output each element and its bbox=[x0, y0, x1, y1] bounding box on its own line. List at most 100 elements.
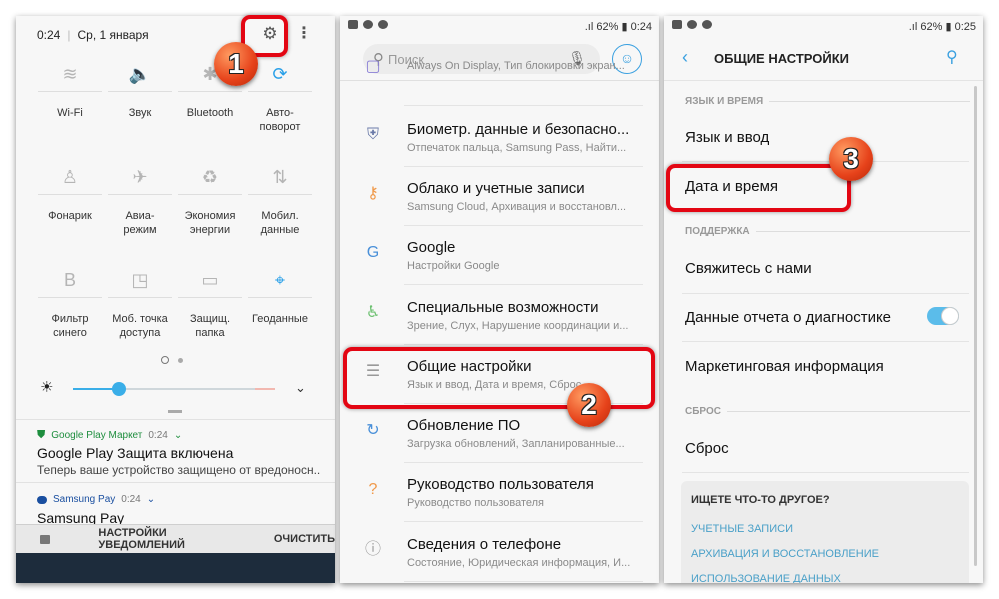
brightness-slider[interactable] bbox=[73, 382, 275, 396]
back-arrow-icon[interactable]: ‹ bbox=[682, 47, 688, 68]
quick-tile[interactable]: ⇅ Мобил. данные bbox=[248, 159, 312, 237]
contact-us-item[interactable]: Свяжитесь с нами bbox=[685, 260, 812, 277]
quick-tile-label: Мобил. данные bbox=[260, 210, 300, 236]
settings-row[interactable]: G Google Настройки Google bbox=[340, 226, 659, 285]
other-heading: ИЩЕТЕ ЧТО-ТО ДРУГОЕ? bbox=[691, 494, 830, 506]
mobile-data-icon[interactable]: ⇅ bbox=[248, 159, 312, 195]
navigation-bar bbox=[16, 553, 335, 583]
settings-row-title: Биометр. данные и безопасно... bbox=[407, 121, 630, 138]
settings-row-subtitle: Отпечаток пальца, Samsung Pass, Найти... bbox=[407, 142, 627, 154]
notification-title[interactable]: Google Play Защита включена bbox=[37, 445, 233, 461]
section-header-language-time: ЯЗЫК И ВРЕМЯ bbox=[685, 96, 970, 107]
divider bbox=[404, 105, 643, 106]
quick-settings-panel: 0:24 | Ср, 1 января ⚙ ⋮ ≋ Wi-Fi 🔈 Звук ✱ Blue… bbox=[16, 16, 335, 583]
shield-icon bbox=[687, 20, 697, 29]
quick-tile[interactable]: 🔈 Звук bbox=[108, 56, 172, 120]
settings-row[interactable]: ? Руководство пользователя Руководство пол… bbox=[340, 463, 659, 522]
settings-row-title: Специальные возможности bbox=[407, 299, 599, 316]
search-icon[interactable]: ⚲ bbox=[946, 47, 958, 67]
clear-button[interactable]: ОЧИСТИТЬ bbox=[274, 533, 335, 545]
notification-text[interactable]: Теперь ваше устройство защищено от вредо… bbox=[37, 463, 320, 477]
divider bbox=[682, 341, 969, 342]
data-usage-link[interactable]: ИСПОЛЬЗОВАНИЕ ДАННЫХ bbox=[691, 573, 841, 583]
divider bbox=[404, 581, 643, 582]
key-icon: ⚷ bbox=[367, 185, 379, 202]
settings-row-title: Руководство пользователя bbox=[407, 476, 594, 493]
notification-app-name: Samsung Pay bbox=[53, 494, 116, 505]
highlight-date-time bbox=[666, 164, 851, 212]
divider bbox=[682, 472, 969, 473]
scrollbar[interactable] bbox=[974, 86, 977, 566]
settings-row-title: Облако и учетные записи bbox=[407, 180, 585, 197]
blue-filter-icon[interactable]: B bbox=[38, 262, 102, 298]
settings-row-subtitle: Руководство пользователя bbox=[407, 497, 544, 509]
battery-percent: 62% bbox=[920, 21, 943, 33]
notification-header[interactable]: Samsung Pay 0:24 ⌄ bbox=[37, 494, 155, 505]
wifi-icon[interactable]: ≋ bbox=[38, 56, 102, 92]
hotspot-icon[interactable]: ◳ bbox=[108, 262, 172, 298]
step-badge-1: 1 bbox=[214, 42, 258, 86]
samsung-pay-icon bbox=[378, 20, 388, 29]
quick-tile[interactable]: ♻ Экономия энергии bbox=[178, 159, 242, 237]
quick-tile[interactable]: ≋ Wi-Fi bbox=[38, 56, 102, 120]
page-dot[interactable] bbox=[178, 357, 183, 363]
qs-divider: | bbox=[67, 28, 71, 42]
info-icon: ⓘ bbox=[364, 541, 381, 558]
battery-icon: ▮ bbox=[621, 21, 628, 33]
status-time: 0:25 bbox=[954, 21, 976, 33]
flashlight-icon[interactable]: ♙ bbox=[38, 159, 102, 195]
quick-tile-label: Моб. точка доступа bbox=[112, 313, 168, 339]
drag-handle[interactable] bbox=[168, 410, 182, 413]
power-saving-icon[interactable]: ♻ bbox=[178, 159, 242, 195]
image-icon bbox=[672, 20, 682, 29]
brightness-icon: ☀ bbox=[40, 379, 54, 396]
chevron-down-icon[interactable]: ⌄ bbox=[295, 380, 306, 396]
more-options-icon[interactable]: ⋮ bbox=[296, 24, 312, 44]
chevron-down-icon[interactable]: ⌄ bbox=[147, 494, 155, 505]
quick-tile[interactable]: B Фильтр синего bbox=[38, 262, 102, 340]
quick-tile-label: Звук bbox=[128, 107, 152, 119]
settings-row-subtitle: Зрение, Слух, Нарушение координации и... bbox=[407, 320, 629, 332]
settings-row[interactable]: ↻ Обновление ПО Загрузка обновлений, Запла… bbox=[340, 404, 659, 463]
language-input-item[interactable]: Язык и ввод bbox=[685, 129, 769, 146]
chevron-down-icon[interactable]: ⌄ bbox=[174, 430, 182, 441]
page-title: ОБЩИЕ НАСТРОЙКИ bbox=[714, 51, 850, 66]
secure-folder-icon[interactable]: ▭ bbox=[178, 262, 242, 298]
quick-tile-label: Геоданные bbox=[252, 313, 308, 325]
notification-settings-button[interactable]: НАСТРОЙКИ УВЕДОМЛЕНИЙ bbox=[98, 527, 247, 551]
diagnostics-toggle[interactable] bbox=[927, 307, 959, 325]
reset-item[interactable]: Сброс bbox=[685, 440, 729, 457]
sound-icon[interactable]: 🔈 bbox=[108, 56, 172, 92]
quick-tile[interactable]: ▭ Защищ. папка bbox=[178, 262, 242, 340]
settings-row-title: Сведения о телефоне bbox=[407, 536, 562, 553]
location-icon[interactable]: ⌖ bbox=[248, 262, 312, 298]
backup-restore-link[interactable]: АРХИВАЦИЯ И ВОССТАНОВЛЕНИЕ bbox=[691, 548, 879, 560]
section-header-reset: СБРОС bbox=[685, 406, 970, 417]
settings-row[interactable]: ⚷ Облако и учетные записи Samsung Cloud, А… bbox=[340, 167, 659, 226]
page-dot-active[interactable] bbox=[161, 356, 169, 364]
notification-header[interactable]: ⛊ Google Play Маркет 0:24 ⌄ bbox=[37, 429, 182, 442]
settings-row[interactable]: ♿ Специальные возможности Зрение, Слух, На… bbox=[340, 286, 659, 345]
divider bbox=[404, 284, 643, 285]
airplane-icon[interactable]: ✈ bbox=[108, 159, 172, 195]
settings-row[interactable]: ⛨ Биометр. данные и безопасно... Отпечаток… bbox=[340, 108, 659, 167]
settings-row[interactable]: ▢ Always On Display, Тип блокировки экран… bbox=[340, 58, 659, 106]
divider bbox=[755, 231, 970, 232]
looking-for-something-else-box: ИЩЕТЕ ЧТО-ТО ДРУГОЕ? УЧЕТНЫЕ ЗАПИСИ АРХИ… bbox=[681, 481, 969, 583]
quick-tile-label: Wi-Fi bbox=[57, 107, 83, 119]
quick-tile[interactable]: ⌖ Геоданные bbox=[248, 262, 312, 326]
notification-time: 0:24 bbox=[121, 494, 141, 505]
diagnostics-item[interactable]: Данные отчета о диагностике bbox=[685, 309, 891, 326]
status-bar: .ıl 62% ▮ 0:25 bbox=[664, 16, 983, 38]
section-header-support: ПОДДЕРЖКА bbox=[685, 226, 970, 237]
accounts-link[interactable]: УЧЕТНЫЕ ЗАПИСИ bbox=[691, 523, 793, 535]
settings-row-title: Обновление ПО bbox=[407, 417, 521, 434]
qs-time: 0:24 bbox=[37, 28, 61, 42]
settings-row[interactable]: ⓘ Сведения о телефоне Состояние, Юридическ… bbox=[340, 523, 659, 582]
quick-tile-label: Авто- поворот bbox=[259, 107, 301, 133]
marketing-info-item[interactable]: Маркетинговая информация bbox=[685, 358, 884, 375]
quick-tile[interactable]: ♙ Фонарик bbox=[38, 159, 102, 223]
quick-tile[interactable]: ◳ Моб. точка доступа bbox=[108, 262, 172, 340]
quick-tile[interactable]: ✈ Авиа- режим bbox=[108, 159, 172, 237]
brightness-knob[interactable] bbox=[112, 382, 127, 396]
